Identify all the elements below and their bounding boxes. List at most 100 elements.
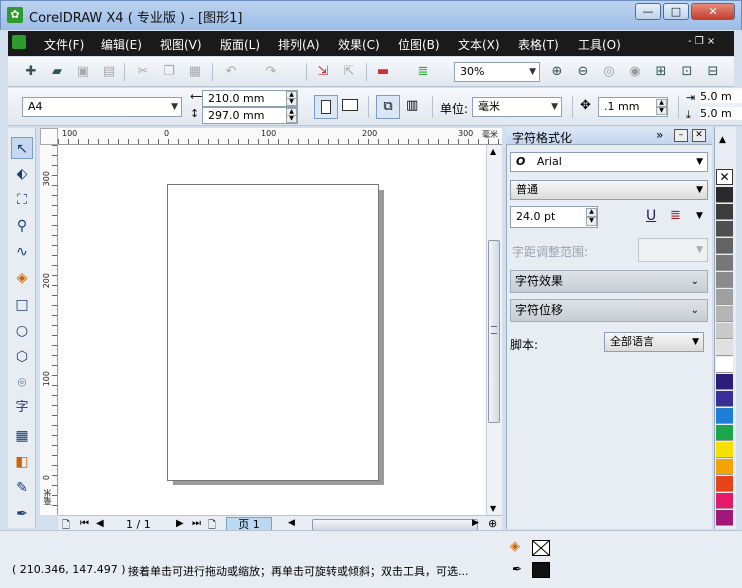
paste-icon[interactable]: ▦ (186, 63, 204, 81)
font-size-field[interactable]: 24.0 pt ▲ ▼ (510, 206, 598, 228)
menu-edit[interactable]: 编辑(E) (101, 36, 142, 53)
underline-icon[interactable]: U (646, 208, 656, 224)
menu-table[interactable]: 表格(T) (518, 36, 559, 53)
current-page-button[interactable]: ▥ (406, 98, 418, 113)
unit-combo[interactable]: 毫米 ▼ (472, 97, 562, 117)
eyedropper-tool[interactable]: ✎ (11, 477, 33, 499)
zoom-height-icon[interactable]: ⊟ (704, 63, 722, 81)
ruler-origin[interactable] (40, 128, 58, 145)
menu-text[interactable]: 文本(X) (458, 36, 500, 53)
menu-layout[interactable]: 版面(L) (220, 36, 260, 53)
cut-icon[interactable]: ✂ (134, 63, 152, 81)
close-button[interactable]: ✕ (691, 3, 735, 20)
paper-size-combo[interactable]: A4 ▼ (22, 97, 182, 117)
next-page-icon[interactable]: ▶ (176, 518, 184, 529)
outline-pen-icon[interactable]: ✒ (512, 562, 522, 576)
spin-down-icon[interactable]: ▼ (286, 98, 297, 106)
drawing-page[interactable] (167, 184, 379, 481)
minimize-docker-button[interactable]: – (674, 129, 688, 142)
color-swatch[interactable] (716, 306, 733, 322)
spin-up-icon[interactable]: ▲ (586, 208, 597, 217)
open-icon[interactable]: ▰ (48, 63, 66, 81)
character-effects-section[interactable]: 字符效果 ⌄ (510, 270, 708, 293)
duplicate-x-field[interactable]: 5.0 m (700, 90, 742, 103)
freehand-tool[interactable]: ∿ (11, 241, 33, 263)
redo-icon[interactable]: ↷ (262, 63, 280, 81)
character-shift-section[interactable]: 字符位移 ⌄ (510, 299, 708, 322)
color-swatch[interactable] (716, 425, 733, 441)
color-swatch[interactable] (716, 289, 733, 305)
page-width-field[interactable]: 210.0 mm ▲ ▼ (202, 90, 298, 107)
color-swatch[interactable] (716, 255, 733, 271)
color-swatch[interactable] (716, 374, 733, 390)
portrait-button[interactable] (314, 95, 338, 119)
nudge-distance-field[interactable]: .1 mm ▲ ▼ (598, 97, 668, 117)
duplicate-y-field[interactable]: 5.0 m (700, 107, 742, 120)
zoom-level-combo[interactable]: 30% ▼ (454, 62, 540, 82)
zoom-tool[interactable]: ⚲ (11, 215, 33, 237)
first-page-icon[interactable]: ⏮ (80, 518, 89, 529)
maximize-button[interactable]: □ (663, 3, 689, 20)
interactive-tool[interactable]: ◧ (11, 451, 33, 473)
spin-down-icon[interactable]: ▼ (286, 115, 297, 123)
color-swatch[interactable] (716, 238, 733, 254)
prev-page-icon[interactable]: ◀ (96, 518, 104, 529)
fill-swatch[interactable] (532, 540, 550, 556)
export-icon[interactable]: ⇱ (340, 63, 358, 81)
print-icon[interactable]: ▤ (100, 63, 118, 81)
color-swatch[interactable] (716, 510, 733, 526)
color-swatch[interactable] (716, 272, 733, 288)
landscape-button[interactable] (342, 99, 358, 111)
all-pages-button[interactable]: ⧉ (376, 95, 400, 119)
outline-tool[interactable]: ✒ (11, 503, 33, 525)
kerning-range-combo[interactable]: ▼ (638, 238, 708, 262)
vertical-scroll-thumb[interactable] (488, 240, 500, 423)
no-color-swatch[interactable]: ✕ (716, 169, 733, 185)
rectangle-tool[interactable]: □ (11, 294, 33, 316)
coreldraw-app-icon[interactable]: ✿ (7, 7, 23, 23)
font-family-combo[interactable]: O Arial ▼ (510, 152, 708, 172)
spin-down-icon[interactable]: ▼ (586, 217, 597, 226)
zoom-width-icon[interactable]: ⊡ (678, 63, 696, 81)
color-swatch[interactable] (716, 391, 733, 407)
zoom-out-icon[interactable]: ⊖ (574, 63, 592, 81)
mdi-window-controls[interactable]: - ❐ × (688, 36, 715, 47)
menu-bitmaps[interactable]: 位图(B) (398, 36, 440, 53)
corel-online-icon[interactable]: ≣ (414, 63, 432, 81)
shape-tool[interactable]: ⬖ (11, 163, 33, 185)
last-page-icon[interactable]: ⏭ (192, 518, 201, 529)
color-swatch[interactable] (716, 493, 733, 509)
horizontal-ruler[interactable]: 100 0 100 200 300 毫米 (58, 128, 502, 145)
chevron-down-icon[interactable]: ▼ (696, 211, 703, 221)
font-style-combo[interactable]: 普通 ▼ (510, 180, 708, 200)
polygon-tool[interactable]: ⬡ (11, 346, 33, 368)
ellipse-tool[interactable]: ○ (11, 320, 33, 342)
menu-file[interactable]: 文件(F) (44, 36, 84, 53)
crop-tool[interactable]: ⛶ (11, 189, 33, 211)
minimize-button[interactable]: — (635, 3, 661, 20)
color-swatch[interactable] (716, 204, 733, 220)
scroll-up-icon[interactable]: ▲ (490, 147, 496, 156)
outline-swatch[interactable] (532, 562, 550, 578)
color-swatch[interactable] (716, 357, 733, 373)
color-swatch[interactable] (716, 323, 733, 339)
color-swatch[interactable] (716, 408, 733, 424)
undo-icon[interactable]: ↶ (222, 63, 240, 81)
text-tool[interactable]: 字 (11, 397, 33, 419)
color-swatch[interactable] (716, 187, 733, 203)
import-icon[interactable]: ⇲ (314, 63, 332, 81)
scroll-left-icon[interactable]: ◀ (288, 518, 295, 528)
app-launcher-icon[interactable]: ▬ (374, 63, 392, 81)
save-icon[interactable]: ▣ (74, 63, 92, 81)
spin-up-icon[interactable]: ▲ (656, 99, 667, 107)
zoom-in-icon[interactable]: ⊕ (548, 63, 566, 81)
color-swatch[interactable] (716, 442, 733, 458)
table-tool[interactable]: ▦ (11, 425, 33, 447)
pick-tool[interactable]: ↖ (11, 137, 33, 159)
expand-docker-icon[interactable]: » (656, 128, 663, 142)
text-color-icon[interactable]: ≣ (670, 208, 681, 223)
color-swatch[interactable] (716, 476, 733, 492)
color-swatch[interactable] (716, 221, 733, 237)
color-swatch[interactable] (716, 459, 733, 475)
script-combo[interactable]: 全部语言 ▼ (604, 332, 704, 352)
